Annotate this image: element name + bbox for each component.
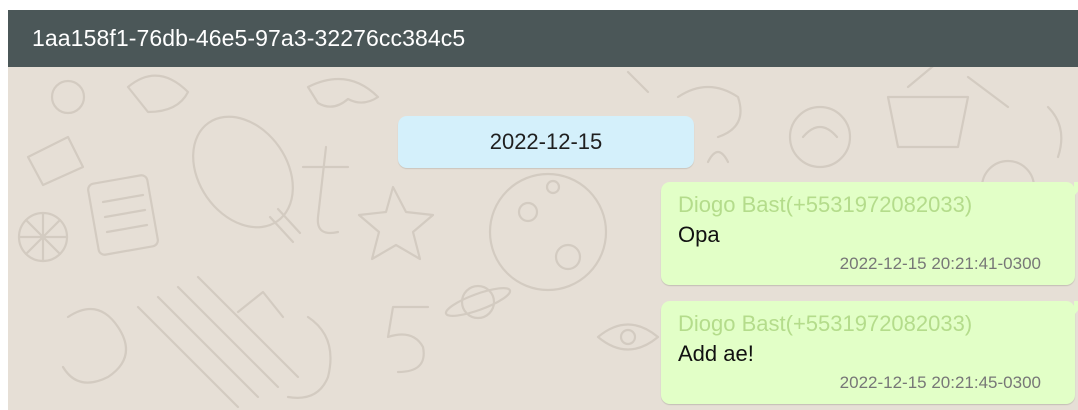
message-sender: Diogo Bast(+5531972082033) — [678, 311, 973, 336]
date-separator: 2022-12-15 — [398, 116, 694, 168]
chat-area[interactable]: 2022-12-15 Diogo Bast(+5531972082033) Op… — [8, 67, 1078, 410]
date-separator-label: 2022-12-15 — [489, 129, 603, 154]
message-bubble[interactable]: Diogo Bast(+5531972082033) Opa 2022-12-1… — [661, 182, 1078, 285]
message-sender: Diogo Bast(+5531972082033) — [678, 192, 973, 217]
message-timestamp: 2022-12-15 20:21:45-0300 — [839, 373, 1041, 392]
message-bubble[interactable]: Diogo Bast(+5531972082033) Add ae! 2022-… — [661, 301, 1078, 404]
message-timestamp: 2022-12-15 20:21:41-0300 — [839, 254, 1041, 273]
message-text: Opa — [678, 222, 720, 247]
chat-title: 1aa158f1-76db-46e5-97a3-32276cc384c5 — [32, 25, 466, 51]
message-text: Add ae! — [678, 341, 754, 366]
chat-window: 1aa158f1-76db-46e5-97a3-32276cc384c5 202… — [8, 10, 1078, 410]
chat-header: 1aa158f1-76db-46e5-97a3-32276cc384c5 — [8, 10, 1078, 67]
